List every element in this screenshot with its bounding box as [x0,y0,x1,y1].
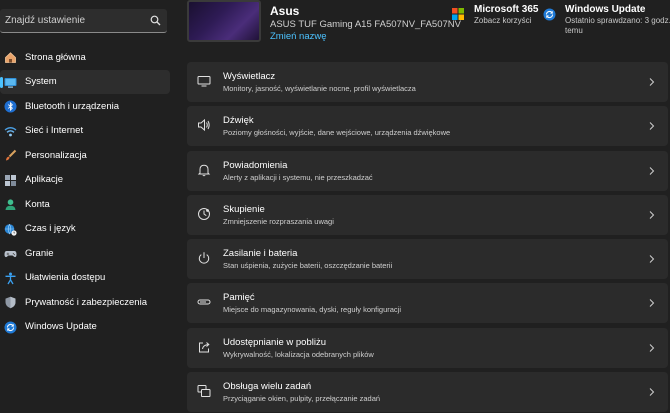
share-icon [197,340,211,354]
settings-card-sound[interactable]: Dźwięk Poziomy głośności, wyjście, dane … [187,106,668,147]
gamepad-icon [4,247,17,260]
storage-icon [197,295,211,309]
device-model: ASUS TUF Gaming A15 FA507NV_FA507NV [270,19,461,30]
monitor-icon [197,74,211,88]
update-subtitle: Ostatnio sprawdzano: 3 godz. temu [565,16,670,36]
sidebar-item-system[interactable]: System [0,69,170,94]
card-title: Dźwięk [223,115,254,127]
shield-icon [4,296,17,309]
chevron-right-icon [648,77,656,87]
update-subtitle-line1: Ostatnio sprawdzano: 3 godz. [565,16,670,25]
search-box[interactable] [0,9,167,33]
sidebar: Strona główna System Bluetooth i urządze… [0,0,172,413]
settings-card-nearby-sharing[interactable]: Udostępnianie w pobliżu Wykrywalność, lo… [187,327,668,368]
settings-card-power[interactable]: Zasilanie i bateria Stan uśpienia, zużyc… [187,239,668,280]
sidebar-item-privacy[interactable]: Prywatność i zabezpieczenia [0,290,170,315]
windows-update-icon [543,8,556,21]
sidebar-item-label: Prywatność i zabezpieczenia [25,296,147,308]
sidebar-item-apps[interactable]: Aplikacje [0,168,170,193]
speaker-icon [197,118,211,132]
sidebar-item-label: Windows Update [25,321,97,333]
update-title: Windows Update [565,4,646,15]
settings-card-display[interactable]: Wyświetlacz Monitory, jasność, wyświetla… [187,62,668,102]
device-thumbnail [187,0,261,42]
chevron-right-icon [648,254,656,264]
card-title: Udostępnianie w pobliżu [223,336,326,348]
sidebar-item-label: Czas i język [25,223,76,235]
sidebar-item-gaming[interactable]: Granie [0,241,170,266]
focus-icon [197,207,211,221]
sidebar-item-label: Personalizacja [25,149,87,161]
card-subtitle: Alerty z aplikacji i systemu, nie przesz… [223,172,373,182]
update-subtitle-line2: temu [565,26,583,35]
sidebar-item-time-language[interactable]: Czas i język [0,217,170,242]
sidebar-item-label: Ułatwienia dostępu [25,272,106,284]
bluetooth-icon [4,100,17,113]
power-icon [197,251,211,265]
chevron-right-icon [648,343,656,353]
system-display-icon [4,76,17,89]
multitask-icon [197,384,211,398]
microsoft-logo-icon [452,8,464,20]
card-subtitle: Wykrywalność, lokalizacja odebranych pli… [223,349,374,359]
card-subtitle: Przyciąganie okien, pulpity, przełączani… [223,394,381,404]
settings-card-storage[interactable]: Pamięć Miejsce do magazynowania, dyski, … [187,283,668,324]
sidebar-item-label: Sieć i Internet [25,125,84,137]
settings-card-notifications[interactable]: Powiadomienia Alerty z aplikacji i syste… [187,150,668,191]
sidebar-item-label: Bluetooth i urządzenia [25,100,120,112]
chevron-right-icon [648,166,656,176]
sidebar-item-label: Granie [25,247,54,259]
bell-icon [197,163,211,177]
windows-update-icon [4,321,17,334]
search-input[interactable] [5,15,145,26]
settings-card-multitasking[interactable]: Obsługa wielu zadań Przyciąganie okien, … [187,372,668,413]
brush-icon [4,149,17,162]
sidebar-nav: Strona główna System Bluetooth i urządze… [0,45,172,339]
search-icon[interactable] [150,15,161,26]
rename-link[interactable]: Zmień nazwę [270,31,327,42]
card-title: Pamięć [223,292,255,304]
card-title: Wyświetlacz [223,71,276,82]
card-title: Skupienie [223,203,265,215]
apps-icon [4,174,17,187]
card-subtitle: Miejsce do magazynowania, dyski, reguły … [223,305,402,315]
device-name: Asus [270,4,300,18]
chevron-right-icon [648,298,656,308]
sidebar-item-home[interactable]: Strona główna [0,45,170,70]
settings-card-focus[interactable]: Skupienie Zmniejszenie rozpraszania uwag… [187,194,668,235]
home-icon [4,51,17,64]
card-subtitle: Zmniejszenie rozpraszania uwagi [223,216,334,226]
sidebar-item-label: System [25,76,57,88]
card-subtitle: Monitory, jasność, wyświetlanie nocne, p… [223,84,416,93]
card-title: Obsługa wielu zadań [223,381,312,393]
sidebar-item-personalization[interactable]: Personalizacja [0,143,170,168]
wifi-icon [4,125,17,138]
sidebar-item-label: Konta [25,198,50,210]
sidebar-item-accessibility[interactable]: Ułatwienia dostępu [0,266,170,291]
card-title: Zasilanie i bateria [223,248,298,260]
card-title: Powiadomienia [223,159,288,171]
sidebar-item-windows-update[interactable]: Windows Update [0,315,170,340]
chevron-right-icon [648,121,656,131]
card-subtitle: Poziomy głośności, wyjście, dane wejścio… [223,128,451,138]
sidebar-item-label: Strona główna [25,51,86,63]
sidebar-item-network[interactable]: Sieć i Internet [0,119,170,144]
settings-list: Wyświetlacz Monitory, jasność, wyświetla… [187,62,668,413]
globe-clock-icon [4,223,17,236]
chevron-right-icon [648,387,656,397]
sidebar-item-label: Aplikacje [25,174,64,186]
accessibility-icon [4,272,17,285]
sidebar-item-bluetooth[interactable]: Bluetooth i urządzenia [0,94,170,119]
sidebar-item-accounts[interactable]: Konta [0,192,170,217]
chevron-right-icon [648,210,656,220]
account-icon [4,198,17,211]
card-subtitle: Stan uśpienia, zużycie baterii, oszczędz… [223,261,393,271]
